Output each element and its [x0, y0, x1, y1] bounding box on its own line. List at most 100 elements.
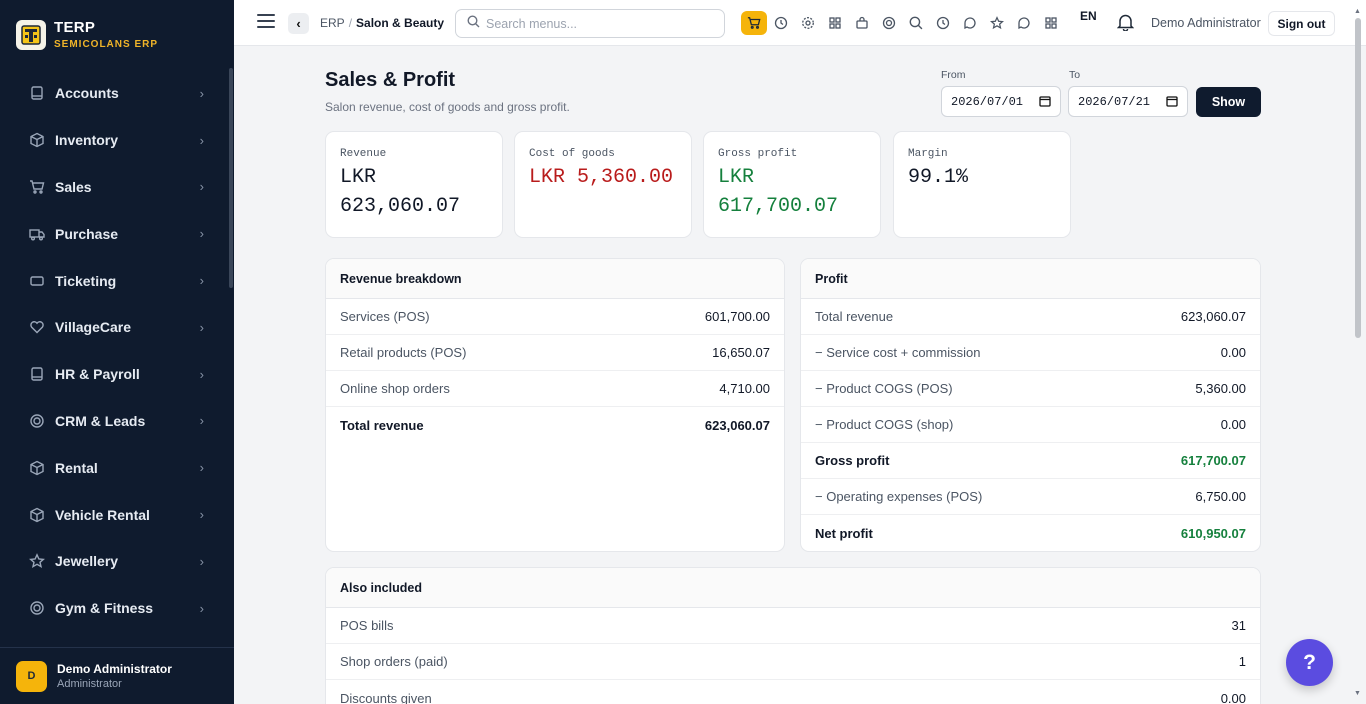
sidebar-user-name: Demo Administrator [57, 662, 172, 676]
menu-icon[interactable] [257, 14, 275, 32]
apps-icon [1045, 17, 1057, 29]
row-value: 0.00 [1220, 345, 1246, 360]
settings-tool-button[interactable] [797, 12, 819, 34]
sign-out-button[interactable]: Sign out [1268, 11, 1335, 36]
target-tool-button[interactable] [878, 12, 900, 34]
chevron-right-icon: › [199, 507, 204, 523]
apps-tool-button[interactable] [1040, 12, 1062, 34]
sidebar-item-vehicle-rental[interactable]: Vehicle Rental › [0, 491, 228, 538]
profit-card: Profit Total revenue 623,060.07 − Service… [800, 258, 1261, 552]
sidebar-item-sales[interactable]: Sales › [0, 164, 228, 211]
sidebar-item-label: CRM & Leads [55, 412, 146, 429]
stat-value-line: LKR [340, 166, 377, 189]
book-icon [28, 365, 46, 383]
search-icon [467, 14, 480, 33]
chevron-right-icon: › [199, 179, 204, 195]
sidebar-item-inventory[interactable]: Inventory › [0, 117, 228, 164]
sidebar-item-purchase[interactable]: Purchase › [0, 210, 228, 257]
page-scrollbar[interactable] [1355, 18, 1361, 338]
row-label: Online shop orders [340, 381, 450, 396]
sidebar-item-jewellery[interactable]: Jewellery › [0, 538, 228, 585]
brand[interactable]: TERP SEMICOLANS ERP [16, 19, 158, 50]
sidebar-item-villagecare[interactable]: VillageCare › [0, 304, 228, 351]
box-icon [28, 131, 46, 149]
question-icon: ? [1303, 650, 1316, 674]
search-tool-button[interactable] [905, 12, 927, 34]
stat-value-line: 623,060.07 [340, 195, 461, 218]
clock-tool-button[interactable] [770, 12, 792, 34]
help-button[interactable]: ? [1286, 639, 1333, 686]
heart-icon [28, 318, 46, 336]
chat-icon [1018, 17, 1030, 30]
clock-icon [774, 16, 788, 30]
messages-tool-button[interactable] [1013, 12, 1035, 34]
calendar-icon[interactable] [1039, 95, 1051, 111]
table-row: − Service cost + commission 0.00 [801, 335, 1260, 371]
clock-icon [936, 16, 950, 30]
from-date-field[interactable]: 2026/07/01 [941, 86, 1061, 117]
topbar: ‹ ERP/Salon & Beauty EN Demo Administrat… [234, 0, 1366, 46]
back-button[interactable]: ‹ [288, 13, 309, 34]
from-date-value: 2026/07/01 [951, 94, 1024, 109]
grid-icon [829, 17, 841, 29]
cart-tool-button[interactable] [741, 11, 767, 35]
language-switch[interactable]: EN [1080, 9, 1097, 23]
row-label: Services (POS) [340, 309, 430, 324]
breadcrumb: ERP / Salon & Beauty [320, 16, 444, 30]
row-value: 4,710.00 [719, 381, 770, 396]
chevron-right-icon: › [199, 273, 204, 289]
sidebar-item-accounts[interactable]: Accounts › [0, 70, 228, 117]
sidebar-item-hr-payroll[interactable]: HR & Payroll › [0, 351, 228, 398]
show-button[interactable]: Show [1196, 87, 1261, 117]
brand-logo-icon [16, 19, 46, 50]
bell-icon[interactable] [1116, 13, 1135, 36]
chevron-right-icon: › [199, 319, 204, 335]
sidebar: TERP SEMICOLANS ERP Accounts › Inventory… [0, 0, 234, 704]
stat-label: Gross profit [718, 148, 798, 160]
grid-tool-button[interactable] [824, 12, 846, 34]
target-icon [28, 412, 46, 430]
row-label: − Product COGS (shop) [815, 417, 954, 432]
to-date-field[interactable]: 2026/07/21 [1068, 86, 1188, 117]
sidebar-item-rental[interactable]: Rental › [0, 444, 228, 491]
search-box[interactable] [455, 9, 725, 38]
sidebar-item-label: Ticketing [55, 272, 117, 289]
scroll-down-arrow-icon[interactable]: ▼ [1354, 690, 1361, 697]
sidebar-item-ticketing[interactable]: Ticketing › [0, 257, 228, 304]
scroll-up-arrow-icon[interactable]: ▲ [1354, 8, 1361, 15]
sidebar-item-label: Jewellery [55, 553, 119, 570]
sidebar-user[interactable]: D Demo Administrator Administrator [0, 647, 234, 704]
calendar-icon[interactable] [1166, 95, 1178, 111]
sidebar-item-crm-leads[interactable]: CRM & Leads › [0, 398, 228, 445]
card-title: Profit [801, 259, 1260, 299]
row-label: POS bills [340, 618, 394, 633]
sidebar-item-label: HR & Payroll [55, 366, 140, 383]
sidebar-item-label: Gym & Fitness [55, 600, 154, 617]
row-value: 617,700.07 [1180, 453, 1246, 468]
topbar-user-name[interactable]: Demo Administrator [1151, 16, 1261, 30]
card-title: Revenue breakdown [326, 259, 784, 299]
table-row: POS bills 31 [326, 608, 1260, 644]
target-icon [882, 16, 896, 30]
stat-label: Cost of goods [529, 148, 615, 160]
stat-value: 99.1% [908, 163, 1056, 192]
sidebar-item-gym-fitness[interactable]: Gym & Fitness › [0, 585, 228, 632]
chevron-right-icon: › [199, 413, 204, 429]
breadcrumb-item-erp[interactable]: ERP [320, 16, 345, 30]
search-input[interactable] [486, 16, 706, 31]
row-label: Total revenue [815, 309, 894, 324]
chevron-right-icon: › [199, 600, 204, 616]
target-icon [28, 599, 46, 617]
row-label: Shop orders (paid) [340, 654, 448, 669]
favorites-tool-button[interactable] [986, 12, 1008, 34]
row-label: − Service cost + commission [815, 345, 981, 360]
chevron-left-icon: ‹ [296, 16, 301, 31]
bag-tool-button[interactable] [851, 12, 873, 34]
history-tool-button[interactable] [932, 12, 954, 34]
row-label: Retail products (POS) [340, 345, 467, 360]
sidebar-scrollbar[interactable] [229, 68, 233, 288]
table-row: Total revenue 623,060.07 [801, 299, 1260, 335]
chat-tool-button[interactable] [959, 12, 981, 34]
chevron-right-icon: › [199, 553, 204, 569]
stat-value-line: 617,700.07 [718, 195, 839, 218]
